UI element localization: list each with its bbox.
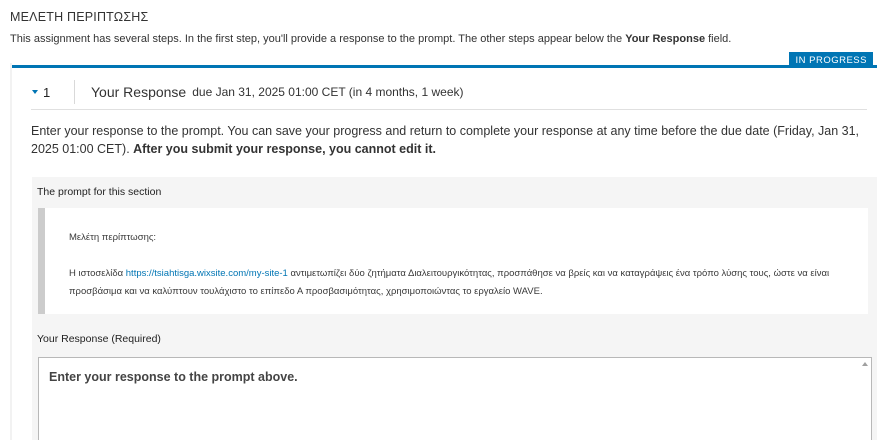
status-badge: IN PROGRESS	[788, 52, 873, 68]
prompt-body-prefix: Η ιστοσελίδα	[69, 268, 126, 279]
intro-bold: Your Response	[625, 33, 706, 45]
progress-topbar	[12, 65, 877, 68]
page: ΜΕΛΕΤΗ ΠΕΡΙΠΤΩΣΗΣ This assignment has se…	[0, 0, 877, 440]
step-toggle-button[interactable]: 1	[31, 80, 75, 104]
scroll-up-icon[interactable]	[862, 362, 868, 366]
response-textarea[interactable]: Enter your response to the prompt above.	[38, 357, 872, 440]
prompt-heading: Μελέτη περίπτωσης:	[69, 232, 157, 243]
page-title: ΜΕΛΕΤΗ ΠΕΡΙΠΤΩΣΗΣ	[10, 10, 149, 24]
prompt-body: Η ιστοσελίδα https://tsiahtisga.wixsite.…	[69, 265, 859, 301]
response-placeholder: Enter your response to the prompt above.	[49, 370, 298, 384]
instructions-warning: After you submit your response, you cann…	[133, 142, 436, 156]
assignment-intro: This assignment has several steps. In th…	[10, 33, 731, 45]
response-field-label: Your Response (Required)	[37, 333, 161, 345]
step-due-date: due Jan 31, 2025 01:00 CET (in 4 months,…	[192, 85, 464, 99]
prompt-box: Μελέτη περίπτωσης: Η ιστοσελίδα https://…	[38, 208, 868, 314]
prompt-website-link[interactable]: https://tsiahtisga.wixsite.com/my-site-1	[126, 268, 288, 279]
intro-text: This assignment has several steps. In th…	[10, 33, 626, 45]
response-step-panel: IN PROGRESS 1 Your Response due Jan 31, …	[10, 52, 877, 440]
step-title: Your Response	[91, 84, 187, 100]
prompt-section: The prompt for this section Μελέτη περίπ…	[32, 177, 877, 440]
step-header: 1 Your Response due Jan 31, 2025 01:00 C…	[31, 75, 867, 110]
intro-suffix: field.	[705, 33, 732, 45]
response-instructions: Enter your response to the prompt. You c…	[31, 122, 877, 158]
step-number: 1	[43, 84, 51, 100]
prompt-section-label: The prompt for this section	[37, 186, 162, 198]
caret-down-icon	[32, 90, 38, 94]
